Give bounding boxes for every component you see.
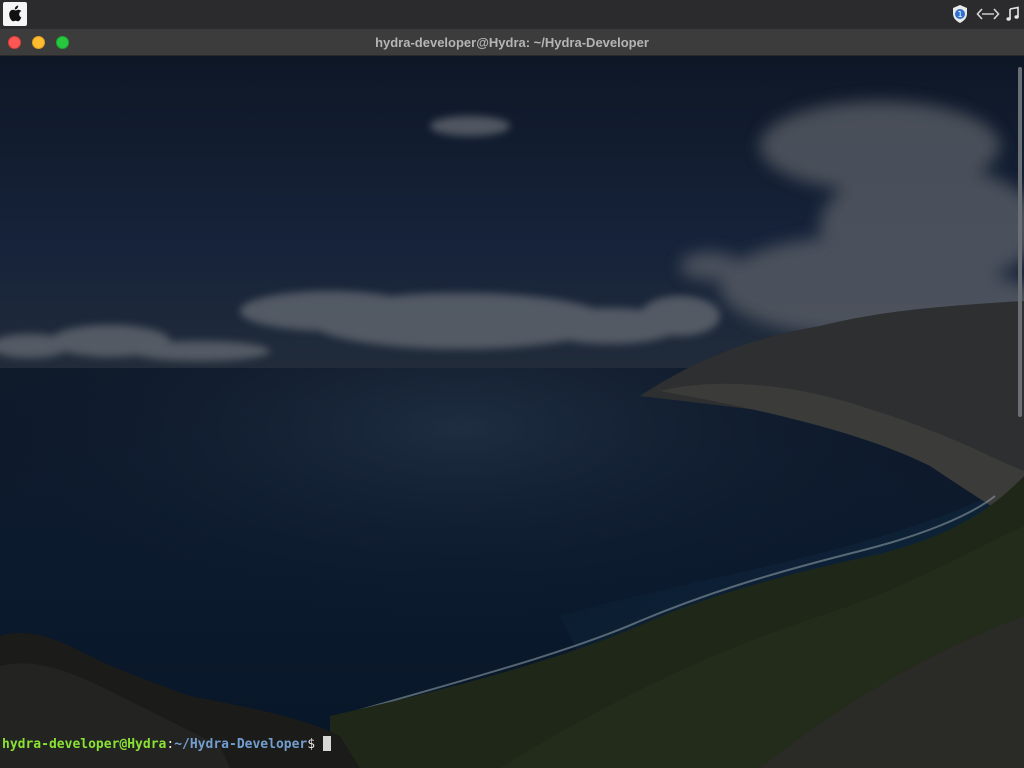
window-title: hydra-developer@Hydra: ~/Hydra-Developer [375, 35, 649, 50]
close-button[interactable] [8, 36, 21, 49]
window-titlebar[interactable]: hydra-developer@Hydra: ~/Hydra-Developer [0, 29, 1024, 56]
prompt-path: ~/Hydra-Developer [174, 737, 308, 752]
terminal-scrollbar[interactable] [1015, 56, 1024, 768]
shell-prompt-line[interactable]: hydra-developer@Hydra:~/Hydra-Developer$ [2, 735, 332, 755]
coastal-landscape-wallpaper [0, 56, 1024, 768]
prompt-symbol: $ [307, 737, 316, 752]
apple-icon [9, 5, 22, 22]
scrollbar-thumb[interactable] [1018, 67, 1022, 417]
top-panel: 1 [0, 0, 1024, 29]
shield-badge: 1 [957, 10, 962, 19]
minimize-button[interactable] [32, 36, 45, 49]
system-tray: 1 [950, 3, 1020, 25]
prompt-user-host: hydra-developer@Hydra [2, 737, 167, 752]
text-cursor [323, 736, 332, 751]
code-brackets-icon[interactable] [976, 6, 1000, 22]
music-note-icon[interactable] [1006, 6, 1020, 22]
apple-menu-button[interactable] [3, 2, 27, 26]
maximize-button[interactable] [56, 36, 69, 49]
shield-update-icon[interactable]: 1 [950, 4, 970, 24]
terminal-area[interactable]: hydra-developer@Hydra:~/Hydra-Developer$ [0, 56, 1024, 768]
